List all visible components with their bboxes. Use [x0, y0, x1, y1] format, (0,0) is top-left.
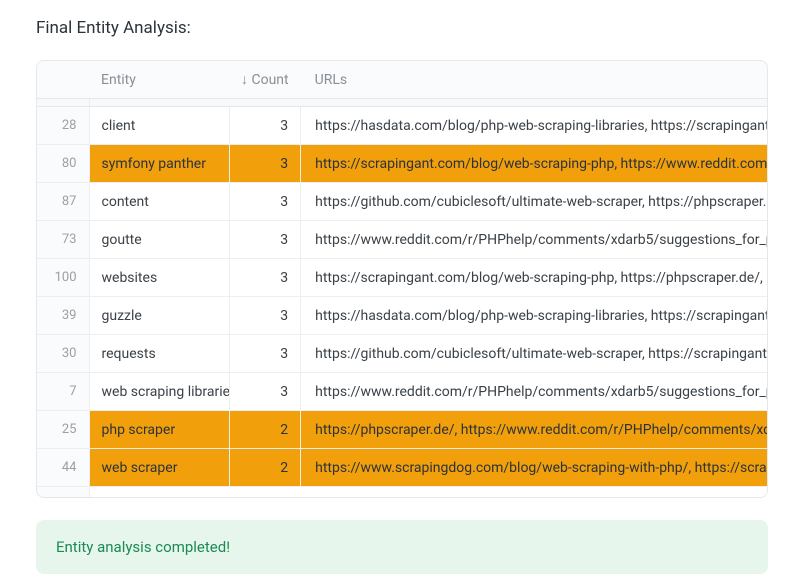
- entity-table: Entity ↓ Count URLs 28client3https://has…: [36, 60, 768, 498]
- table-row[interactable]: 30requests3https://github.com/cubiclesof…: [37, 335, 767, 373]
- row-index: 80: [37, 145, 89, 183]
- row-entity: content: [89, 183, 229, 221]
- table-header-row: Entity ↓ Count URLs: [37, 61, 767, 99]
- row-urls: https://github.com/cubiclesoft/ultimate-…: [301, 183, 767, 221]
- row-urls: https://phpscraper.de/, https://www.redd…: [301, 411, 767, 449]
- table-row[interactable]: 87content3https://github.com/cubiclesoft…: [37, 183, 767, 221]
- table-row[interactable]: 39guzzle3https://hasdata.com/blog/php-we…: [37, 297, 767, 335]
- table-row[interactable]: 100websites3https://scrapingant.com/blog…: [37, 259, 767, 297]
- row-index: 25: [37, 411, 89, 449]
- row-entity: php scraper: [89, 411, 229, 449]
- row-count: 3: [229, 373, 301, 411]
- table-row[interactable]: 80symfony panther3https://scrapingant.co…: [37, 145, 767, 183]
- col-header-entity[interactable]: Entity: [89, 61, 229, 99]
- partial-row-bottom: [37, 487, 767, 497]
- row-count: 3: [229, 221, 301, 259]
- row-index: 73: [37, 221, 89, 259]
- row-urls: https://github.com/cubiclesoft/ultimate-…: [301, 335, 767, 373]
- row-entity: websites: [89, 259, 229, 297]
- row-index: 7: [37, 373, 89, 411]
- row-count: 3: [229, 297, 301, 335]
- table-row[interactable]: 44web scraper2https://www.scrapingdog.co…: [37, 449, 767, 487]
- page-title: Final Entity Analysis:: [36, 18, 768, 38]
- row-index: 30: [37, 335, 89, 373]
- row-entity: goutte: [89, 221, 229, 259]
- row-entity: web scraping libraries: [89, 373, 229, 411]
- row-urls: https://www.scrapingdog.com/blog/web-scr…: [301, 449, 767, 487]
- row-urls: https://www.reddit.com/r/PHPhelp/comment…: [301, 373, 767, 411]
- row-index: 87: [37, 183, 89, 221]
- row-index: 44: [37, 449, 89, 487]
- row-count: 3: [229, 145, 301, 183]
- row-urls: https://hasdata.com/blog/php-web-scrapin…: [301, 107, 767, 145]
- row-count: 3: [229, 259, 301, 297]
- row-index: 100: [37, 259, 89, 297]
- table-row[interactable]: 25php scraper2https://phpscraper.de/, ht…: [37, 411, 767, 449]
- col-header-count[interactable]: ↓ Count: [229, 61, 301, 99]
- row-count: 3: [229, 183, 301, 221]
- row-index: 39: [37, 297, 89, 335]
- row-count: 2: [229, 411, 301, 449]
- table-row[interactable]: 7web scraping libraries3https://www.redd…: [37, 373, 767, 411]
- partial-row-top: [37, 99, 767, 107]
- row-entity: guzzle: [89, 297, 229, 335]
- status-banner: Entity analysis completed!: [36, 520, 768, 574]
- row-urls: https://scrapingant.com/blog/web-scrapin…: [301, 145, 767, 183]
- row-entity: client: [89, 107, 229, 145]
- row-entity: symfony panther: [89, 145, 229, 183]
- row-urls: https://hasdata.com/blog/php-web-scrapin…: [301, 297, 767, 335]
- row-urls: https://scrapingant.com/blog/web-scrapin…: [301, 259, 767, 297]
- table-row[interactable]: 28client3https://hasdata.com/blog/php-we…: [37, 107, 767, 145]
- row-count: 2: [229, 449, 301, 487]
- table-row[interactable]: 73goutte3https://www.reddit.com/r/PHPhel…: [37, 221, 767, 259]
- row-urls: https://www.reddit.com/r/PHPhelp/comment…: [301, 221, 767, 259]
- row-index: 28: [37, 107, 89, 145]
- col-header-urls[interactable]: URLs: [301, 61, 767, 99]
- col-header-index[interactable]: [37, 61, 89, 99]
- row-entity: web scraper: [89, 449, 229, 487]
- row-count: 3: [229, 335, 301, 373]
- row-count: 3: [229, 107, 301, 145]
- row-entity: requests: [89, 335, 229, 373]
